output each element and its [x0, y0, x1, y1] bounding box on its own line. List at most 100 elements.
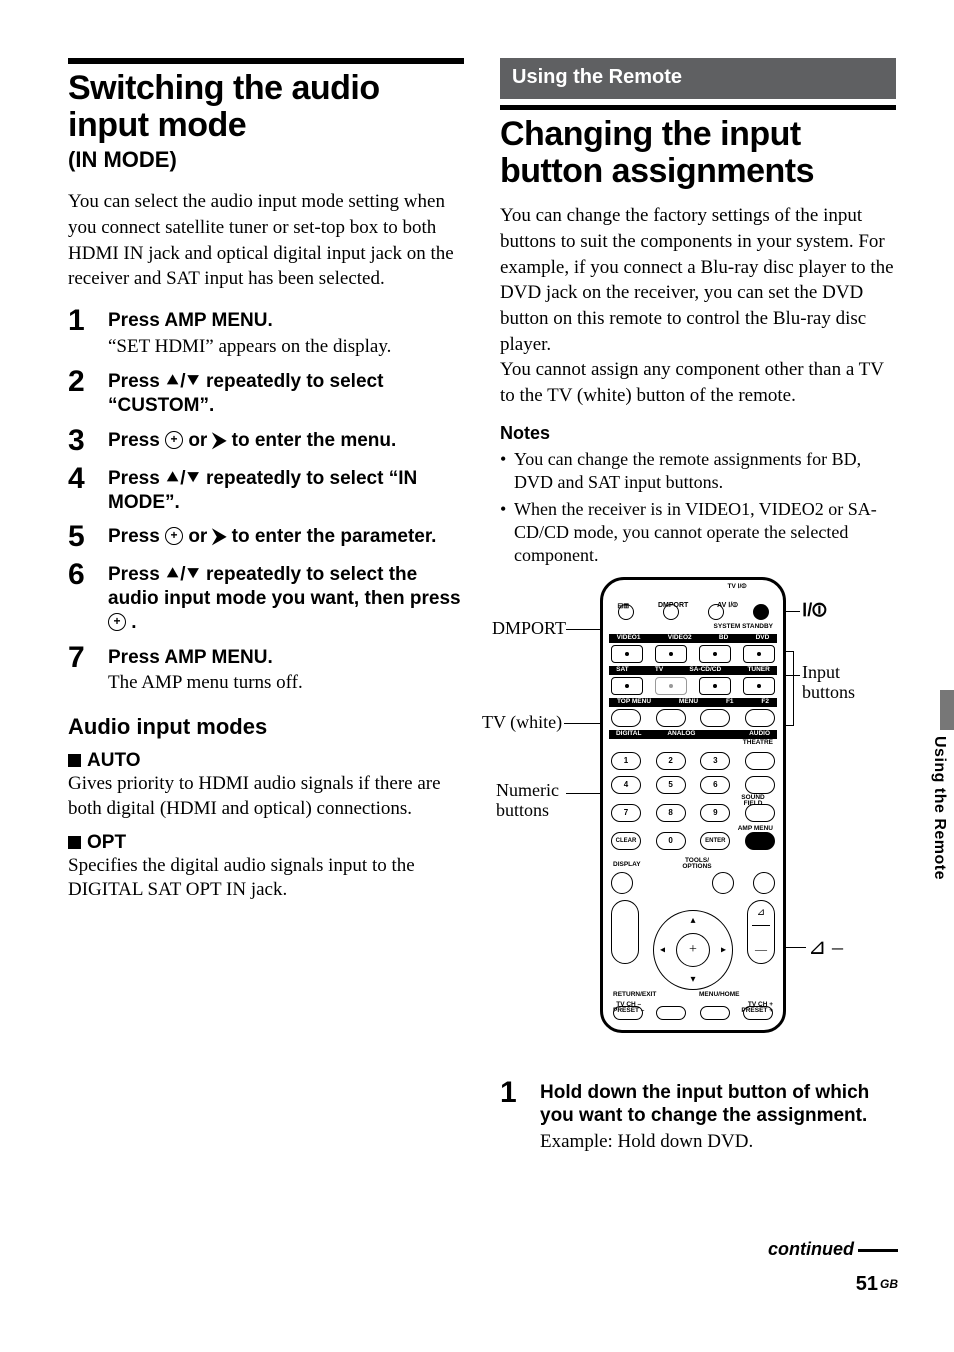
step-sub: “SET HDMI” appears on the display.	[108, 335, 464, 360]
step-sub: Example: Hold down DVD.	[540, 1130, 896, 1155]
remote-body: TV Ⅰ/⏼ ⊟⊞ DMPORT AV Ⅰ/⏼ SYSTEM STANDBY	[600, 577, 786, 1033]
step-num: 1	[500, 1078, 526, 1155]
remote-btn	[618, 604, 634, 620]
left-subtitle: (IN MODE)	[68, 147, 464, 173]
page-number: 51GB	[856, 1273, 898, 1296]
step-head-mid: .	[126, 612, 137, 633]
left-intro: You can select the audio input mode sett…	[68, 189, 464, 292]
remote-num-btn: 4	[611, 776, 641, 794]
remote-btn	[745, 752, 775, 770]
section-bar: Using the Remote	[500, 58, 896, 99]
remote-diagram: DMPORT TV (white) Numeric buttons Ⅰ/⏼ In…	[500, 577, 896, 1072]
callout-dmport: DMPORT	[492, 619, 566, 639]
step-2: 2 Press ⯅/⯆ repeatedly to select “CUSTOM…	[68, 367, 464, 418]
remote-input-btn	[611, 677, 643, 695]
page-num: 51	[856, 1273, 878, 1295]
step-7: 7 Press AMP MENU. The AMP menu turns off…	[68, 643, 464, 696]
remote-label: SYSTEM STANDBY	[714, 624, 773, 631]
remote-btn	[745, 776, 775, 794]
remote-btn	[745, 832, 775, 850]
rule	[500, 105, 896, 110]
right-intro-2: You cannot assign any component other th…	[500, 357, 896, 408]
step-head: Press ⯅/⯆ repeatedly to select “CUSTOM”.	[108, 370, 464, 418]
right-title: Changing the input button assignments	[500, 116, 896, 189]
remote-btn	[656, 709, 686, 727]
side-tab-strip	[940, 690, 954, 730]
mode-opt-title: OPT	[68, 832, 464, 854]
remote-num-btn: 0	[656, 832, 686, 850]
remote-side-oval	[611, 900, 639, 964]
remote-input-btn	[611, 645, 643, 663]
remote-input-btn	[699, 645, 731, 663]
side-tab-label: Using the Remote	[930, 736, 948, 880]
remote-btn-power	[753, 604, 769, 620]
step-head: Press or ⮞ to enter the menu.	[108, 429, 464, 453]
note-item: You can change the remote assignments fo…	[500, 448, 896, 494]
mode-opt-desc: Specifies the digital audio signals inpu…	[68, 854, 464, 903]
left-title: Switching the audio input mode	[68, 70, 464, 143]
callout-tv-white: TV (white)	[482, 713, 562, 733]
callout-bracket	[786, 651, 794, 652]
callout-bracket	[786, 725, 794, 726]
step-num: 6	[68, 560, 94, 634]
mode-auto-desc: Gives priority to HDMI audio signals if …	[68, 772, 464, 821]
remote-btn	[700, 709, 730, 727]
remote-num-btn: 5	[656, 776, 686, 794]
remote-input-btn	[655, 645, 687, 663]
remote-input-btn	[699, 677, 731, 695]
remote-num-btn: 3	[700, 752, 730, 770]
audio-modes-heading: Audio input modes	[68, 714, 464, 740]
right-column: Using the Remote Changing the input butt…	[500, 58, 896, 1312]
remote-clear-btn: CLEAR	[611, 832, 641, 850]
step-head-mid: or ⮞ to enter the menu.	[183, 430, 396, 451]
notes-list: You can change the remote assignments fo…	[500, 448, 896, 567]
callout-numeric: Numeric buttons	[496, 781, 576, 821]
step-num: 7	[68, 643, 94, 696]
note-item: When the receiver is in VIDEO1, VIDEO2 o…	[500, 498, 896, 567]
right-intro-1: You can change the factory settings of t…	[500, 203, 896, 357]
remote-btn	[663, 604, 679, 620]
enter-icon	[165, 527, 183, 545]
step-4: 4 Press ⯅/⯆ repeatedly to select “IN MOD…	[68, 464, 464, 515]
step-num: 3	[68, 426, 94, 456]
remote-num-btn: 6	[700, 776, 730, 794]
remote-btn	[745, 804, 775, 822]
remote-tools-btn	[712, 872, 734, 894]
step-head-pre: Press	[108, 430, 165, 451]
right-step-1: 1 Hold down the input button of which yo…	[500, 1078, 896, 1155]
page-gb: GB	[880, 1277, 898, 1291]
remote-enter-btn: ENTER	[700, 832, 730, 850]
left-column: Switching the audio input mode (IN MODE)…	[68, 58, 464, 1312]
callout-bracket	[793, 651, 794, 725]
remote-vol-oval: ⊿ —	[747, 900, 775, 964]
step-6: 6 Press ⯅/⯆ repeatedly to select the aud…	[68, 560, 464, 634]
remote-top-label: TV Ⅰ/⏼	[603, 584, 783, 591]
side-tab: Using the Remote	[926, 690, 954, 910]
step-head: Press ⯅/⯆ repeatedly to select the audio…	[108, 563, 464, 634]
callout-power: Ⅰ/⏼	[802, 601, 827, 621]
left-steps: 1 Press AMP MENU. “SET HDMI” appears on …	[68, 306, 464, 696]
step-head: Hold down the input button of which you …	[540, 1081, 896, 1129]
continued-label: continued	[768, 1239, 898, 1260]
square-bullet-icon	[68, 754, 81, 767]
enter-icon: +	[676, 933, 710, 967]
mode-auto-title: AUTO	[68, 750, 464, 772]
step-head: Press ⯅/⯆ repeatedly to select “IN MODE”…	[108, 467, 464, 515]
callout-vol-minus: ⊿ –	[808, 935, 843, 959]
step-head: Press or ⮞ to enter the parameter.	[108, 525, 464, 549]
remote-num-btn: 9	[700, 804, 730, 822]
remote-btn	[745, 709, 775, 727]
step-3: 3 Press or ⮞ to enter the menu.	[68, 426, 464, 456]
step-head-mid: or ⮞ to enter the parameter.	[183, 526, 436, 547]
step-1: 1 Press AMP MENU. “SET HDMI” appears on …	[68, 306, 464, 359]
enter-icon	[108, 613, 126, 631]
remote-num-btn: 8	[656, 804, 686, 822]
remote-dpad: + ▴ ▾ ◂ ▸	[653, 910, 733, 990]
remote-display-btn	[611, 872, 633, 894]
remote-btn	[611, 709, 641, 727]
remote-num-btn: 1	[611, 752, 641, 770]
mode-name: AUTO	[87, 750, 140, 771]
step-num: 1	[68, 306, 94, 359]
step-head-pre: Press	[108, 526, 165, 547]
remote-input-btn	[743, 677, 775, 695]
